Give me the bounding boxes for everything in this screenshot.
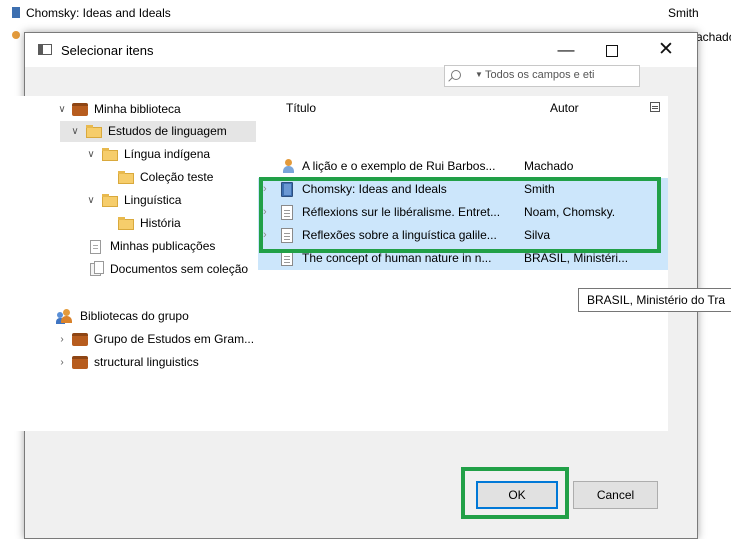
documents-icon [90,261,104,276]
presentation-icon [12,31,20,39]
book-icon [12,7,20,18]
folder-icon [118,171,134,184]
tree-item-linguistics[interactable]: ∨ Linguística [10,190,258,211]
tree-item-label: Grupo de Estudos em Gram... [94,332,255,346]
search-input[interactable]: ▼ Todos os campos e eti [444,65,640,87]
search-placeholder: Todos os campos e eti [485,69,595,81]
presentation-icon [281,159,295,173]
chevron-down-icon[interactable]: ∨ [86,144,96,165]
column-header-title[interactable]: Título [286,96,316,120]
tree-item-label: Coleção teste [140,170,214,184]
annotation-highlight-items [259,177,661,253]
item-title: A lição e o exemplo de Rui Barbos... [302,159,496,173]
tree-item-label: Documentos sem coleção [110,262,249,276]
search-mode-dropdown-icon[interactable]: ▼ [475,70,483,79]
folder-icon [102,194,118,207]
tree-item-my-publications[interactable]: Minhas publicações [10,236,258,257]
chevron-down-icon[interactable]: ∨ [70,121,80,142]
document-icon [281,251,293,266]
library-icon [72,103,88,116]
column-header-author[interactable]: Autor [550,96,579,120]
chevron-right-icon[interactable]: › [57,329,67,350]
title-bar: Selecionar itens — ✕ [25,33,697,67]
tooltip: BRASIL, Ministério do Tra [578,288,731,312]
tree-item-unfiled[interactable]: Documentos sem coleção [10,259,258,280]
background-row-title: Chomsky: Ideas and Ideals [26,6,171,20]
folder-icon [86,125,102,138]
tree-item-label: Minha biblioteca [94,102,181,116]
cancel-button[interactable]: Cancel [573,481,658,509]
folder-icon [102,148,118,161]
folder-icon [118,217,134,230]
tree-item-structural-linguistics[interactable]: › structural linguistics [10,352,258,373]
column-picker-icon[interactable] [650,102,660,112]
collection-tree: ∨ Minha biblioteca ∨ Estudos de linguage… [10,96,258,431]
minimize-button[interactable]: — [543,33,589,67]
tree-item-my-library[interactable]: ∨ Minha biblioteca [10,99,258,120]
tree-item-label: structural linguistics [94,355,199,369]
dialog-title: Selecionar itens [61,43,154,58]
tree-item-label: Minhas publicações [110,239,216,253]
background-row-author: Smith [668,6,699,20]
tree-item-test-collection[interactable]: Coleção teste [10,167,258,188]
chevron-down-icon[interactable]: ∨ [86,190,96,211]
library-icon [72,356,88,369]
tree-item-label: Estudos de linguagem [108,124,227,138]
chevron-down-icon[interactable]: ∨ [57,99,67,120]
window-icon [38,44,52,55]
item-row[interactable]: A lição e o exemplo de Rui Barbos... Mac… [258,155,668,178]
tree-item-label: Língua indígena [124,147,211,161]
tree-item-history[interactable]: História [10,213,258,234]
group-icon [56,309,74,324]
tree-item-label: História [140,216,181,230]
maximize-icon [606,44,618,57]
tree-item-group-grammar[interactable]: › Grupo de Estudos em Gram... [10,329,258,350]
annotation-highlight-ok [461,467,569,519]
document-icon [90,240,101,254]
close-button[interactable]: ✕ [643,33,689,67]
background-row[interactable]: Chomsky: Ideas and Ideals Smith [0,4,731,21]
maximize-button[interactable] [589,33,635,67]
tree-item-label: Bibliotecas do grupo [80,309,189,323]
item-author: Machado [524,159,574,173]
library-icon [72,333,88,346]
search-icon [451,70,461,80]
tree-item-label: Linguística [124,193,182,207]
items-list: Título Autor A lição e o exemplo de Rui … [258,96,668,431]
tree-item-group-libraries[interactable]: Bibliotecas do grupo [10,306,258,327]
tree-item-indigenous-language[interactable]: ∨ Língua indígena [10,144,258,165]
tree-item-language-studies[interactable]: ∨ Estudos de linguagem [60,121,256,142]
chevron-right-icon[interactable]: › [57,352,67,373]
